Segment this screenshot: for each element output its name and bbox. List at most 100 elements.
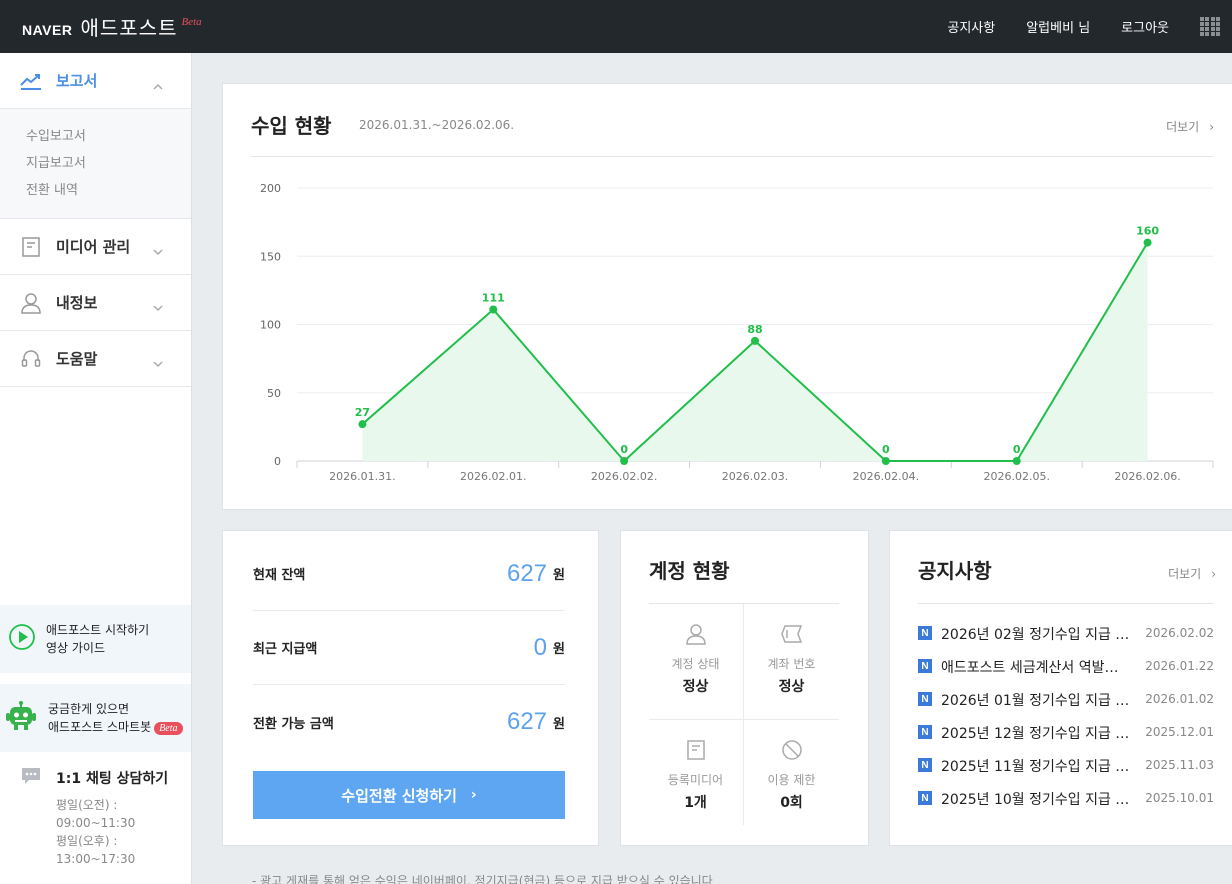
bank-account-cell: 계좌 번호 정상 xyxy=(744,621,839,696)
data-label: 111 xyxy=(482,291,505,304)
more-label: 더보기 xyxy=(1168,567,1202,581)
balance-label: 전환 가능 금액 xyxy=(253,716,334,732)
account-cell-label: 등록미디어 xyxy=(667,773,724,787)
divider xyxy=(918,603,1214,604)
notice-more-link[interactable]: 더보기 › xyxy=(1168,565,1216,582)
income-status-card: 수입 현황 2026.01.31.~2026.02.06. 더보기 › 0 50 1… xyxy=(222,83,1232,510)
data-point xyxy=(881,457,890,465)
x-tick-label: 2026.02.02. xyxy=(591,470,657,483)
data-label: 0 xyxy=(882,443,890,456)
new-badge-icon: N xyxy=(918,791,932,805)
apply-conversion-button[interactable]: 수입전환 신청하기 › xyxy=(253,771,565,819)
balance-label: 최근 지급액 xyxy=(253,642,318,657)
chat-hours-line: 평일(오후) : xyxy=(56,834,118,848)
balance-value: 0 xyxy=(533,633,548,661)
y-tick-label: 100 xyxy=(260,319,281,332)
data-label: 160 xyxy=(1136,225,1159,238)
notice-item[interactable]: N 애드포스트 세금계산서 역발… 2026.01.22 xyxy=(918,657,1214,690)
series-area xyxy=(362,242,1148,461)
x-tick-label: 2026.02.03. xyxy=(722,470,788,483)
balance-card: 현재 잔액 627 원 최근 지급액 0 원 전환 가능 금액 627 원 수입… xyxy=(222,530,599,846)
notice-date: 2026.01.02 xyxy=(1145,692,1214,706)
brand-logo[interactable]: NAVER 애드포스트 Beta xyxy=(22,12,202,41)
data-label: 27 xyxy=(355,406,370,419)
sidebar-item-label: 미디어 관리 xyxy=(56,238,131,256)
y-tick-label: 200 xyxy=(260,182,281,195)
balance-label: 현재 잔액 xyxy=(253,568,306,583)
notice-item[interactable]: N 2026년 01월 정기수입 지급 … 2026.01.02 xyxy=(918,690,1214,723)
chevron-right-icon: › xyxy=(1211,566,1216,581)
sidebar-item-label: 보고서 xyxy=(56,72,98,90)
balance-value: 627 xyxy=(506,559,548,587)
account-cell-label: 계정 상태 xyxy=(671,657,720,671)
video-guide-banner[interactable]: 애드포스트 시작하기 영상 가이드 xyxy=(0,605,191,673)
notice-text: 2025년 10월 정기수입 지급 … xyxy=(941,792,1130,808)
submenu-income-report[interactable]: 수입보고서 xyxy=(26,123,191,150)
data-point xyxy=(1143,238,1152,247)
account-cell-label: 이용 제한 xyxy=(767,773,816,787)
data-point xyxy=(358,420,367,429)
data-label: 0 xyxy=(620,443,628,456)
chat-bubble-icon xyxy=(20,766,42,790)
notice-item[interactable]: N 2025년 10월 정기수입 지급 … 2025.10.01 xyxy=(918,789,1214,822)
current-balance-row: 현재 잔액 627 원 xyxy=(253,537,565,611)
notice-date: 2026.01.22 xyxy=(1145,659,1214,673)
play-icon xyxy=(8,623,36,655)
naver-logo: NAVER xyxy=(22,22,73,38)
footnote: - 광고 게재를 통해 얻은 수익은 네이버페이, 정기지급(현금) 등으로 지… xyxy=(252,874,713,884)
balance-unit: 원 xyxy=(553,642,565,657)
new-badge-icon: N xyxy=(918,758,932,772)
account-state-cell: 계정 상태 정상 xyxy=(648,621,743,696)
sidebar-item-myinfo[interactable]: 내정보 xyxy=(0,275,191,331)
notice-date: 2025.11.03 xyxy=(1145,758,1214,772)
notice-text: 애드포스트 세금계산서 역발… xyxy=(941,660,1119,676)
person-icon xyxy=(648,621,743,647)
header-notice-link[interactable]: 공지사항 xyxy=(947,17,995,36)
sidebar-item-media[interactable]: 미디어 관리 xyxy=(0,219,191,275)
notice-item[interactable]: N 2025년 12월 정기수입 지급 … 2025.12.01 xyxy=(918,723,1214,756)
balance-unit: 원 xyxy=(553,568,565,583)
new-badge-icon: N xyxy=(918,692,932,706)
chevron-down-icon xyxy=(153,353,163,372)
balance-value: 627 xyxy=(506,708,548,735)
data-point xyxy=(751,336,759,345)
new-badge-icon: N xyxy=(918,659,932,673)
notice-item[interactable]: N 2026년 02월 정기수입 지급 … 2026.02.02 xyxy=(918,624,1214,657)
notice-title: 공지사항 xyxy=(918,559,992,583)
x-tick-label: 2026.02.05. xyxy=(983,470,1049,483)
sidebar-item-report[interactable]: 보고서 xyxy=(0,53,191,109)
notice-card: 공지사항 더보기 › N 2026년 02월 정기수입 지급 … 2026.02… xyxy=(889,530,1232,846)
notice-date: 2025.10.01 xyxy=(1145,791,1214,805)
top-header: NAVER 애드포스트 Beta 공지사항 알럽베비 님 로그아웃 xyxy=(0,0,1232,53)
account-cell-value: 정상 xyxy=(682,679,709,695)
divider xyxy=(649,719,839,720)
notice-text: 2025년 11월 정기수입 지급 … xyxy=(941,759,1130,775)
notice-item[interactable]: N 2025년 11월 정기수입 지급 … 2025.11.03 xyxy=(918,756,1214,789)
new-badge-icon: N xyxy=(918,626,932,640)
header-logout-link[interactable]: 로그아웃 xyxy=(1121,17,1169,36)
account-title: 계정 현황 xyxy=(649,559,730,583)
notice-list: N 2026년 02월 정기수입 지급 … 2026.02.02 N 애드포스트… xyxy=(918,624,1214,822)
submenu-payment-report[interactable]: 지급보고서 xyxy=(26,150,191,177)
app-grid-icon[interactable] xyxy=(1200,16,1220,37)
video-guide-line2: 영상 가이드 xyxy=(46,641,106,655)
chat-consult-link[interactable]: 1:1 채팅 상담하기 xyxy=(20,766,168,790)
smartbot-banner[interactable]: 궁금한게 있으면 애드포스트 스마트봇 Beta xyxy=(0,684,191,752)
sidebar-item-help[interactable]: 도움말 xyxy=(0,331,191,387)
account-cell-value: 0회 xyxy=(780,795,803,811)
report-submenu: 수입보고서 지급보고서 전환 내역 xyxy=(0,109,191,219)
header-user-link[interactable]: 알럽베비 님 xyxy=(1026,17,1090,36)
chat-title: 1:1 채팅 상담하기 xyxy=(56,771,169,787)
submenu-conversion-history[interactable]: 전환 내역 xyxy=(26,177,191,204)
chat-hours-line: 평일(오전) : xyxy=(56,798,118,812)
new-badge-icon: N xyxy=(918,725,932,739)
data-label: 88 xyxy=(747,323,762,336)
document-icon xyxy=(648,737,743,763)
card-icon xyxy=(744,621,839,647)
chevron-right-icon: › xyxy=(470,787,477,803)
adpost-title: 애드포스트 xyxy=(80,16,178,40)
prohibited-icon xyxy=(744,737,839,763)
usage-restriction-cell: 이용 제한 0회 xyxy=(744,737,839,812)
account-cell-label: 계좌 번호 xyxy=(767,657,816,671)
x-tick-label: 2026.02.06. xyxy=(1114,470,1180,483)
